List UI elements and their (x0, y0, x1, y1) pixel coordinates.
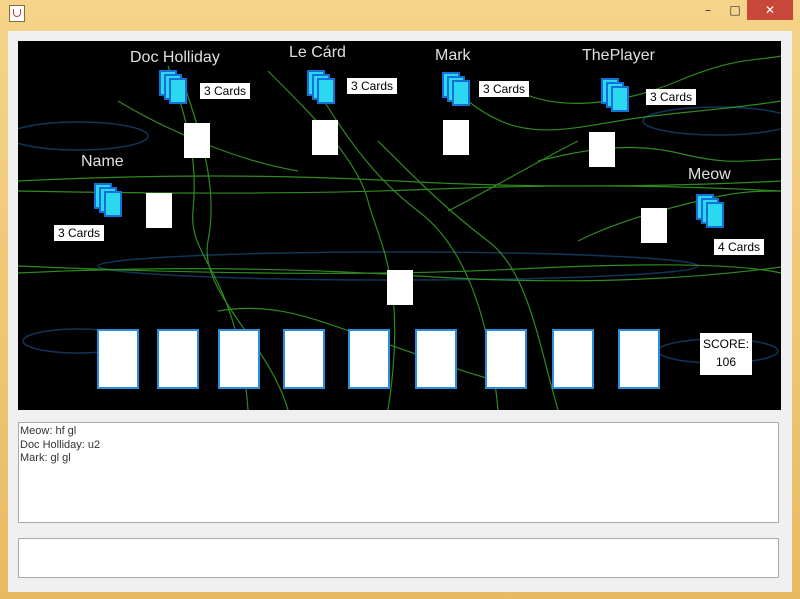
chat-message: Meow: hf gl (20, 425, 77, 437)
played-card (589, 132, 615, 167)
card-deck-icon (159, 70, 187, 104)
hand-card[interactable] (218, 329, 260, 389)
card-deck-icon (307, 70, 335, 104)
played-card (641, 208, 667, 243)
player-name: Meow (688, 166, 731, 183)
chat-log[interactable]: Meow: hf gl Doc Holliday: u2 Mark: gl gl (18, 422, 779, 523)
title-bar: – □ ✕ (0, 0, 800, 26)
minimize-button[interactable]: – (695, 0, 721, 20)
hand-card[interactable] (415, 329, 457, 389)
card-count-label: 3 Cards (646, 89, 697, 105)
played-card (443, 120, 469, 155)
chat-message: Doc Holliday: u2 (20, 438, 101, 451)
hand-card[interactable] (97, 329, 139, 389)
card-deck-icon (94, 183, 122, 217)
card-deck-icon (601, 78, 629, 112)
score-label: SCORE: (702, 337, 749, 351)
card-count-label: 3 Cards (479, 81, 530, 97)
player-name: Mark (435, 47, 471, 64)
hand-card[interactable] (552, 329, 594, 389)
maximize-button[interactable]: □ (722, 0, 748, 20)
game-board: Doc Holliday 3 Cards Le Cárd 3 Cards Mar… (18, 41, 781, 410)
player-name: Le Cárd (289, 44, 346, 61)
card-count-label: 3 Cards (200, 83, 251, 99)
close-button[interactable]: ✕ (747, 0, 793, 20)
hand-card[interactable] (618, 329, 660, 389)
player-name: ThePlayer (582, 47, 655, 64)
hand-card[interactable] (348, 329, 390, 389)
hand-card[interactable] (157, 329, 199, 389)
card-count-label: 4 Cards (714, 239, 765, 255)
card-deck-icon (696, 194, 724, 228)
played-card (184, 123, 210, 158)
game-window: – □ ✕ Doc Holliday 3 Cards Le Cárd 3 Car… (0, 0, 800, 599)
chat-message: Mark: gl gl (20, 452, 71, 464)
hand-card[interactable] (283, 329, 325, 389)
card-deck-icon (442, 72, 470, 106)
player-name: Name (81, 153, 124, 170)
played-card (146, 193, 172, 228)
score-value: 106 (715, 355, 737, 369)
java-app-icon (9, 5, 25, 22)
client-area: Doc Holliday 3 Cards Le Cárd 3 Cards Mar… (8, 31, 792, 592)
hand-card[interactable] (485, 329, 527, 389)
card-count-label: 3 Cards (54, 225, 105, 241)
chat-input[interactable] (18, 538, 779, 578)
card-count-label: 3 Cards (347, 78, 398, 94)
player-name: Doc Holliday (130, 49, 220, 66)
score-box: SCORE: 106 (700, 333, 752, 375)
center-pile-card (387, 270, 413, 305)
played-card (312, 120, 338, 155)
